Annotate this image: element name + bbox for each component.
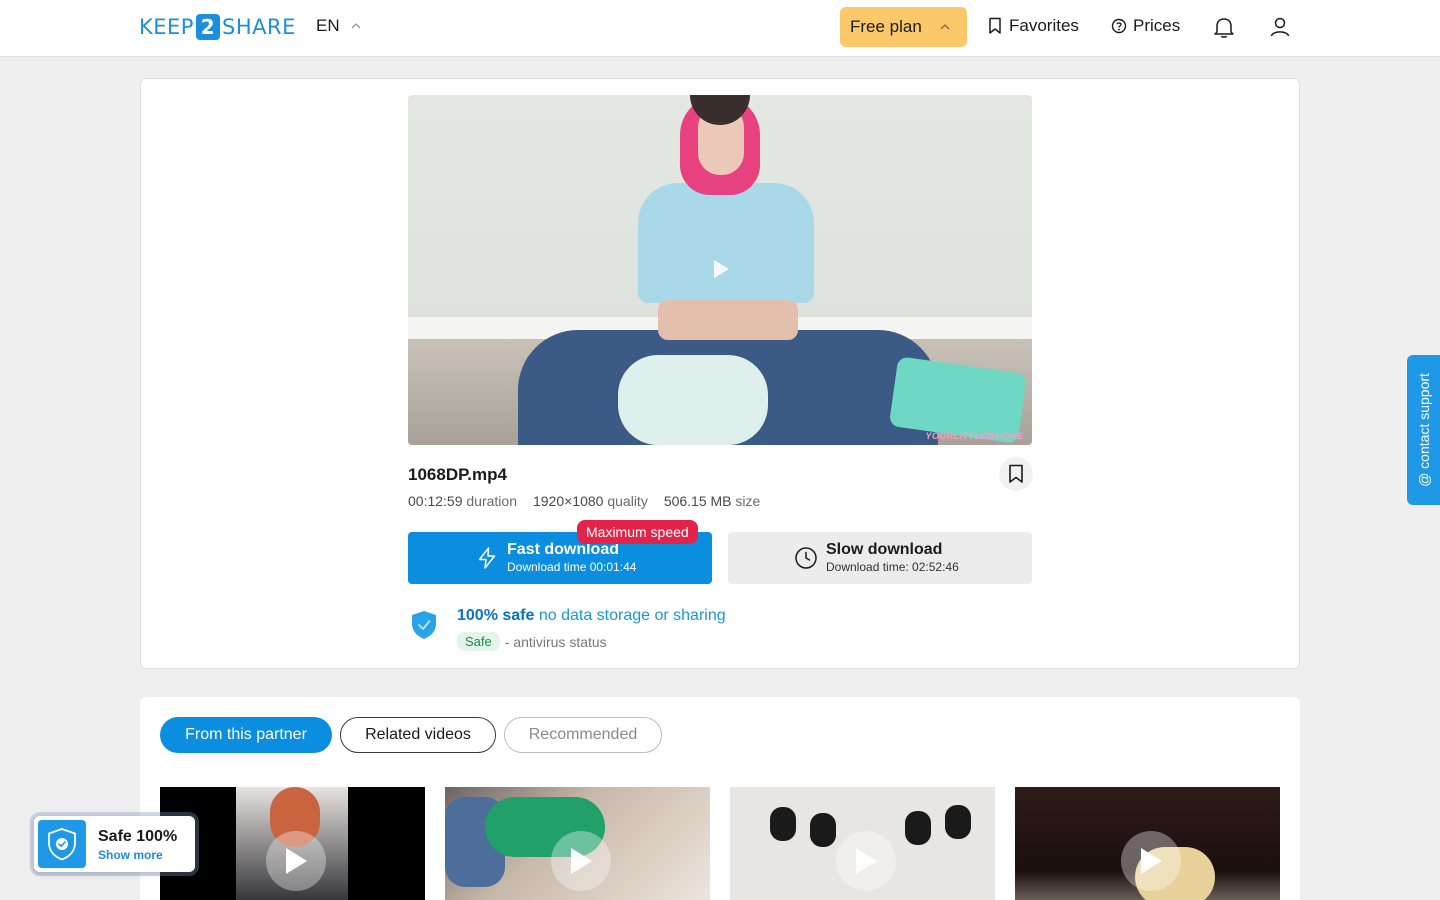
slow-download-title: Slow download [826, 541, 943, 558]
antivirus-status-text: - antivirus status [504, 633, 607, 650]
chevron-up-icon [351, 23, 361, 29]
antivirus-safe-badge: Safe [457, 632, 500, 651]
at-icon: @ [1415, 472, 1432, 487]
user-icon[interactable] [1267, 14, 1293, 40]
free-plan-label: Free plan [850, 17, 922, 36]
language-selector[interactable]: EN [316, 16, 362, 36]
clock-icon [795, 547, 817, 569]
thumbnail-image-detail [905, 811, 931, 845]
meta-duration: 00:12:59 duration [408, 493, 517, 509]
logo-text-right: SHARE [221, 15, 296, 39]
safety-headline: 100% safe no data storage or sharing [457, 607, 726, 625]
file-meta: 00:12:59 duration 1920×1080 quality 506.… [408, 493, 776, 509]
slow-download-text: Slow download Download time: 02:52:46 [826, 541, 959, 575]
safe-widget-icon-box [38, 820, 86, 868]
fast-download-text: Fast download Download time 00:01:44 [507, 541, 636, 575]
play-button[interactable] [836, 831, 896, 891]
favorites-label: Favorites [1009, 16, 1079, 35]
play-button[interactable] [1121, 831, 1181, 891]
lightning-icon [478, 547, 496, 569]
play-button[interactable] [266, 831, 326, 891]
safety-policy-link[interactable]: no data storage or sharing [539, 607, 726, 624]
shield-check-icon [48, 828, 76, 861]
add-to-favorites-button[interactable] [999, 457, 1033, 491]
chevron-up-icon [940, 24, 950, 30]
tab-related-videos[interactable]: Related videos [340, 717, 496, 753]
file-name: 1068DP.mp4 [408, 465, 507, 484]
slow-download-button[interactable]: Slow download Download time: 02:52:46 [728, 532, 1032, 584]
video-thumbnail[interactable] [730, 787, 995, 900]
video-watermark: YOURLITTLEWHORE [925, 431, 1024, 441]
slow-download-time: Download time: 02:52:46 [826, 560, 959, 574]
question-circle-icon [1111, 18, 1127, 34]
play-icon [1141, 848, 1162, 874]
free-plan-button[interactable]: Free plan [840, 7, 967, 47]
video-frame-torso [658, 300, 798, 340]
bell-icon[interactable] [1211, 14, 1237, 40]
maximum-speed-badge: Maximum speed [577, 520, 698, 544]
video-thumbnail[interactable] [160, 787, 425, 900]
fast-download-time: Download time 00:01:44 [507, 560, 637, 574]
video-frame-paper [618, 355, 768, 445]
contact-support-label: contact support [1415, 373, 1432, 469]
video-thumbnail[interactable] [445, 787, 710, 900]
video-frame-shirt [638, 183, 814, 303]
favorites-link[interactable]: Favorites [987, 16, 1079, 36]
logo-text-left: KEEP [139, 15, 194, 39]
play-icon [856, 848, 877, 874]
thumbnail-image-detail [770, 807, 796, 841]
video-preview[interactable]: YOURLITTLEWHORE [408, 95, 1032, 445]
contact-support-tab[interactable]: @ contact support [1407, 355, 1440, 505]
video-thumbnail[interactable] [1015, 787, 1280, 900]
bookmark-icon [989, 17, 1001, 34]
bookmark-icon [1009, 464, 1023, 483]
antivirus-status: Safe - antivirus status [457, 632, 607, 651]
safety-headline-bold: 100% safe [457, 607, 535, 624]
logo-text-mid: 2 [195, 14, 220, 40]
thumbnail-image-detail [945, 805, 971, 839]
thumbnail-image-detail [810, 813, 836, 847]
safe-100-widget[interactable]: Safe 100% Show more [34, 816, 195, 872]
meta-size: 506.15 MB size [663, 493, 761, 509]
play-icon [286, 848, 307, 874]
tab-recommended[interactable]: Recommended [504, 717, 662, 753]
prices-label: Prices [1133, 16, 1181, 35]
play-icon [571, 848, 592, 874]
play-icon[interactable] [712, 259, 730, 279]
top-header: KEEP 2 SHARE EN Free plan Favorites Pric… [0, 0, 1440, 57]
safe-widget-title: Safe 100% [98, 828, 178, 845]
prices-link[interactable]: Prices [1111, 16, 1180, 36]
contact-support-text: @ contact support [1416, 373, 1432, 487]
tab-from-this-partner[interactable]: From this partner [160, 717, 332, 753]
keep2share-logo[interactable]: KEEP 2 SHARE [139, 14, 296, 40]
show-more-link[interactable]: Show more [98, 848, 163, 862]
play-button[interactable] [551, 831, 611, 891]
shield-check-icon [412, 611, 436, 639]
meta-quality: 1920×1080 quality [532, 493, 648, 509]
language-label: EN [316, 16, 340, 35]
